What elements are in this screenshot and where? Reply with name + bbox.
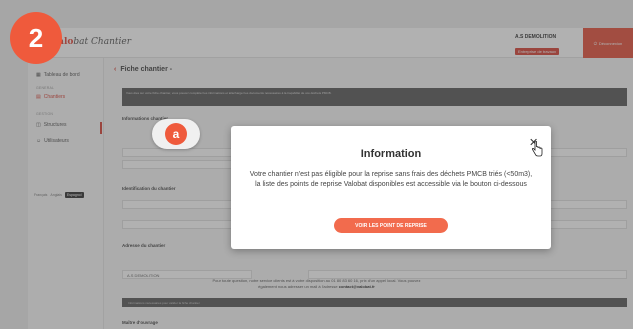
- view-collection-points-button[interactable]: VOIR LES POINT DE REPRISE: [334, 218, 448, 233]
- information-modal: ✕ Information Votre chantier n'est pas é…: [231, 126, 551, 249]
- hand-cursor-icon: [531, 141, 543, 157]
- modal-message: Votre chantier n'est pas éligible pour l…: [249, 171, 533, 188]
- screenshot-stage: 2 Valobat Chantier A.S DEMOLITION Entrep…: [0, 0, 633, 329]
- annotation-bubble: a: [152, 119, 200, 149]
- annotation-marker: a: [165, 123, 187, 145]
- step-number-badge: 2: [10, 12, 62, 64]
- modal-title: Information: [360, 148, 422, 160]
